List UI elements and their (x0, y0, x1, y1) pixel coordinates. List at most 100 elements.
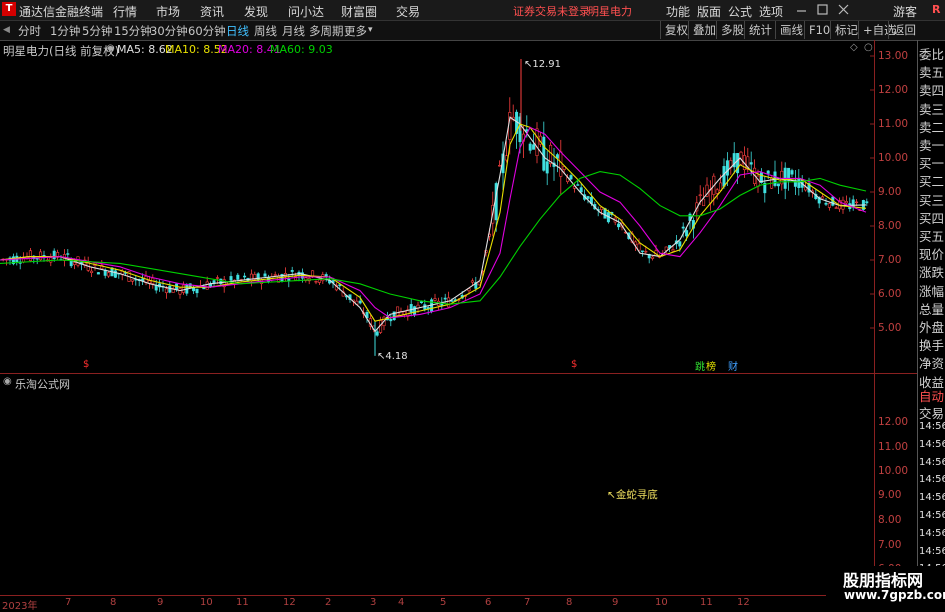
period-multi[interactable]: 多周期 (309, 23, 344, 39)
menu-formula[interactable]: 公式 (728, 3, 752, 20)
guest-label[interactable]: 游客 (893, 3, 917, 20)
candle-body (164, 288, 168, 294)
candle-body (545, 161, 549, 174)
candle-body (640, 250, 644, 252)
tick-time: 14:56 (919, 492, 945, 504)
quote-field-label: 卖四 (919, 83, 945, 99)
maximize-icon[interactable] (815, 2, 831, 21)
menu-market[interactable]: 市场 (156, 3, 180, 20)
candle-body (375, 331, 379, 336)
menu-discover[interactable]: 发现 (244, 3, 268, 20)
candle-body (579, 187, 583, 193)
r-badge: R (932, 3, 941, 16)
candle-body (389, 319, 393, 322)
candle-body (824, 202, 828, 205)
candle-body (396, 306, 400, 316)
menu-news[interactable]: 资讯 (200, 3, 224, 20)
finance-badge[interactable]: 财 (728, 358, 738, 373)
menu-options[interactable]: 选项 (759, 3, 783, 20)
period-15min[interactable]: 15分钟 (114, 23, 152, 39)
period-5min[interactable]: 5分钟 (82, 23, 112, 39)
high-price-label: ↖12.91 (524, 59, 562, 70)
signal-label[interactable]: ↖金蛇寻底 (607, 487, 658, 502)
candle-body (644, 250, 648, 253)
quote-field-label: 卖一 (919, 138, 945, 153)
period-weekly[interactable]: 周线 (254, 23, 277, 39)
quote-field-label: 涨幅 (919, 283, 945, 299)
x-tick-label: 6 (485, 597, 492, 608)
menu-trade[interactable]: 交易 (396, 3, 420, 20)
low-price-label: ↖4.18 (377, 351, 408, 362)
ma-line-ma10 (0, 123, 867, 322)
x-tick-label: 8 (110, 597, 117, 608)
quote-field-label: 买一 (919, 156, 945, 172)
candle-body (678, 241, 682, 247)
period-30min[interactable]: 30分钟 (150, 23, 188, 39)
x-tick-label: 2023年 (2, 601, 38, 612)
candle-body (358, 300, 362, 304)
candle-body (321, 274, 325, 282)
quote-field-label: 买四 (919, 210, 945, 226)
jump-badge[interactable]: 跳 (695, 358, 705, 373)
more-chevron-icon[interactable]: ▾ (368, 25, 373, 35)
period-more[interactable]: 更多 (344, 23, 367, 39)
candle-body (559, 151, 563, 177)
candle-body (797, 178, 801, 188)
candle-body (96, 272, 100, 275)
candle-body (450, 300, 454, 302)
candle-body (498, 165, 502, 167)
candle-body (715, 189, 719, 194)
candle-body (827, 203, 831, 208)
candle-body (168, 285, 172, 293)
candle-body (290, 270, 294, 272)
trade-tab[interactable]: 交易 (919, 403, 945, 422)
lower-ytick-11: 11.00 (878, 441, 909, 453)
rank-badge[interactable]: 榜 (706, 358, 716, 373)
close-icon[interactable] (836, 2, 852, 21)
kline-chart[interactable] (0, 40, 915, 373)
menu-layout[interactable]: 版面 (697, 3, 721, 20)
period-1min[interactable]: 1分钟 (50, 23, 80, 39)
tick-time: 14:56 (919, 545, 945, 557)
x-tick-label: 10 (655, 597, 668, 608)
menu-ask[interactable]: 问小达 (288, 3, 324, 20)
period-daily[interactable]: 日线 (226, 23, 249, 39)
dollar-marker[interactable]: $ (571, 359, 577, 370)
minimize-icon[interactable] (794, 2, 810, 21)
candle-body (477, 281, 481, 286)
tick-time: 14:56 (919, 474, 945, 486)
login-notice[interactable]: 证券交易未登录 (513, 3, 590, 19)
candle-body (766, 170, 770, 174)
ytick-11: 11.00 (878, 118, 909, 130)
candle-body (433, 298, 437, 301)
back-button[interactable]: 返回 (888, 21, 920, 39)
stats-button[interactable]: 统计 (744, 21, 776, 39)
draw-line-button[interactable]: 画线 (775, 21, 807, 39)
quote-field-label: 外盘 (919, 320, 945, 335)
candle-body (685, 230, 689, 237)
period-minute[interactable]: 分时 (18, 23, 41, 39)
candle-body (698, 194, 702, 197)
candle-body (49, 257, 53, 263)
candle-body (528, 143, 532, 151)
watermark-url: www.7gpzb.com (844, 588, 945, 602)
candle-body (576, 184, 580, 186)
candle-body (229, 276, 233, 281)
ma-line-ma20 (0, 126, 867, 319)
candle-body (844, 201, 848, 204)
x-tick-label: 7 (65, 597, 72, 608)
panel-settings-icon[interactable]: ◉ (3, 376, 12, 387)
quote-field-label: 卖二 (919, 119, 945, 135)
candle-body (504, 155, 508, 161)
app-logo-icon: T (2, 2, 16, 16)
quote-field-label: 买三 (919, 192, 945, 208)
period-monthly[interactable]: 月线 (282, 23, 305, 39)
dollar-marker[interactable]: $ (83, 359, 89, 370)
right-panel-border (917, 40, 918, 609)
candle-body (855, 201, 859, 204)
menu-quotes[interactable]: 行情 (113, 3, 137, 20)
menu-function[interactable]: 功能 (666, 3, 690, 20)
period-60min[interactable]: 60分钟 (188, 23, 226, 39)
menu-wealth[interactable]: 财富圈 (341, 3, 377, 20)
x-tick-label: 12 (283, 597, 296, 608)
